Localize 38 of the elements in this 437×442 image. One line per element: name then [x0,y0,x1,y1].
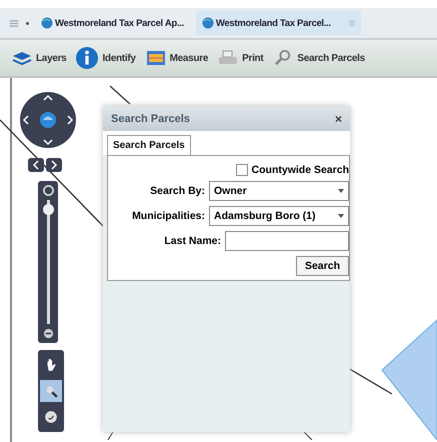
dialog-title: Search Parcels [111,112,190,124]
toolbar-button[interactable]: Search Parcels [271,50,367,66]
zoom-out-icon[interactable] [42,328,54,339]
toolbar-button[interactable]: Print [216,50,266,66]
dropdown-field[interactable]: Adamsburg Boro (1) [209,206,349,226]
checkbox-label: Countywide Search [252,164,349,176]
browser-tab[interactable]: Westmoreland Tax Parcel Ap... [35,13,190,33]
chevron-right-icon [50,160,58,170]
toolbar-button[interactable]: Layers [10,50,68,66]
field-label: Last Name: [164,235,221,247]
close-button[interactable]: × [334,112,342,126]
zoom-thumb[interactable] [42,204,54,216]
globe-icon [41,17,53,29]
toolbar-button[interactable]: Measure [144,50,210,66]
dropdown-field[interactable]: Owner [209,181,349,201]
next-extent-button[interactable] [46,158,62,172]
chevron-left-icon [32,160,40,170]
dialog-tab[interactable]: Search Parcels [107,135,191,155]
globe-icon [202,17,214,29]
tab-dropdown-icon[interactable] [26,22,29,24]
tab-title: Westmoreland Tax Parcel... [216,18,331,28]
browser-tab[interactable]: Westmoreland Tax Parcel... [196,11,361,35]
layers-icon [12,50,32,66]
input-field[interactable] [225,231,349,251]
magnifier-icon [44,384,58,398]
field-label: Search By: [150,185,205,197]
zoom-in-icon[interactable] [42,185,54,196]
checkbox[interactable] [236,164,248,176]
tab-title: Westmoreland Tax Parcel Ap... [55,18,184,28]
search-button[interactable]: Search [296,256,349,276]
previous-extent-button[interactable] [28,158,44,172]
field-label: Municipalities: [132,210,205,222]
ruler-icon [146,50,166,66]
map-tool-button[interactable] [40,380,62,402]
info-icon [76,47,98,69]
toolbar-button[interactable]: Identify [74,47,138,69]
pan-arrows-icon[interactable] [20,92,76,148]
printer-icon [218,50,238,66]
